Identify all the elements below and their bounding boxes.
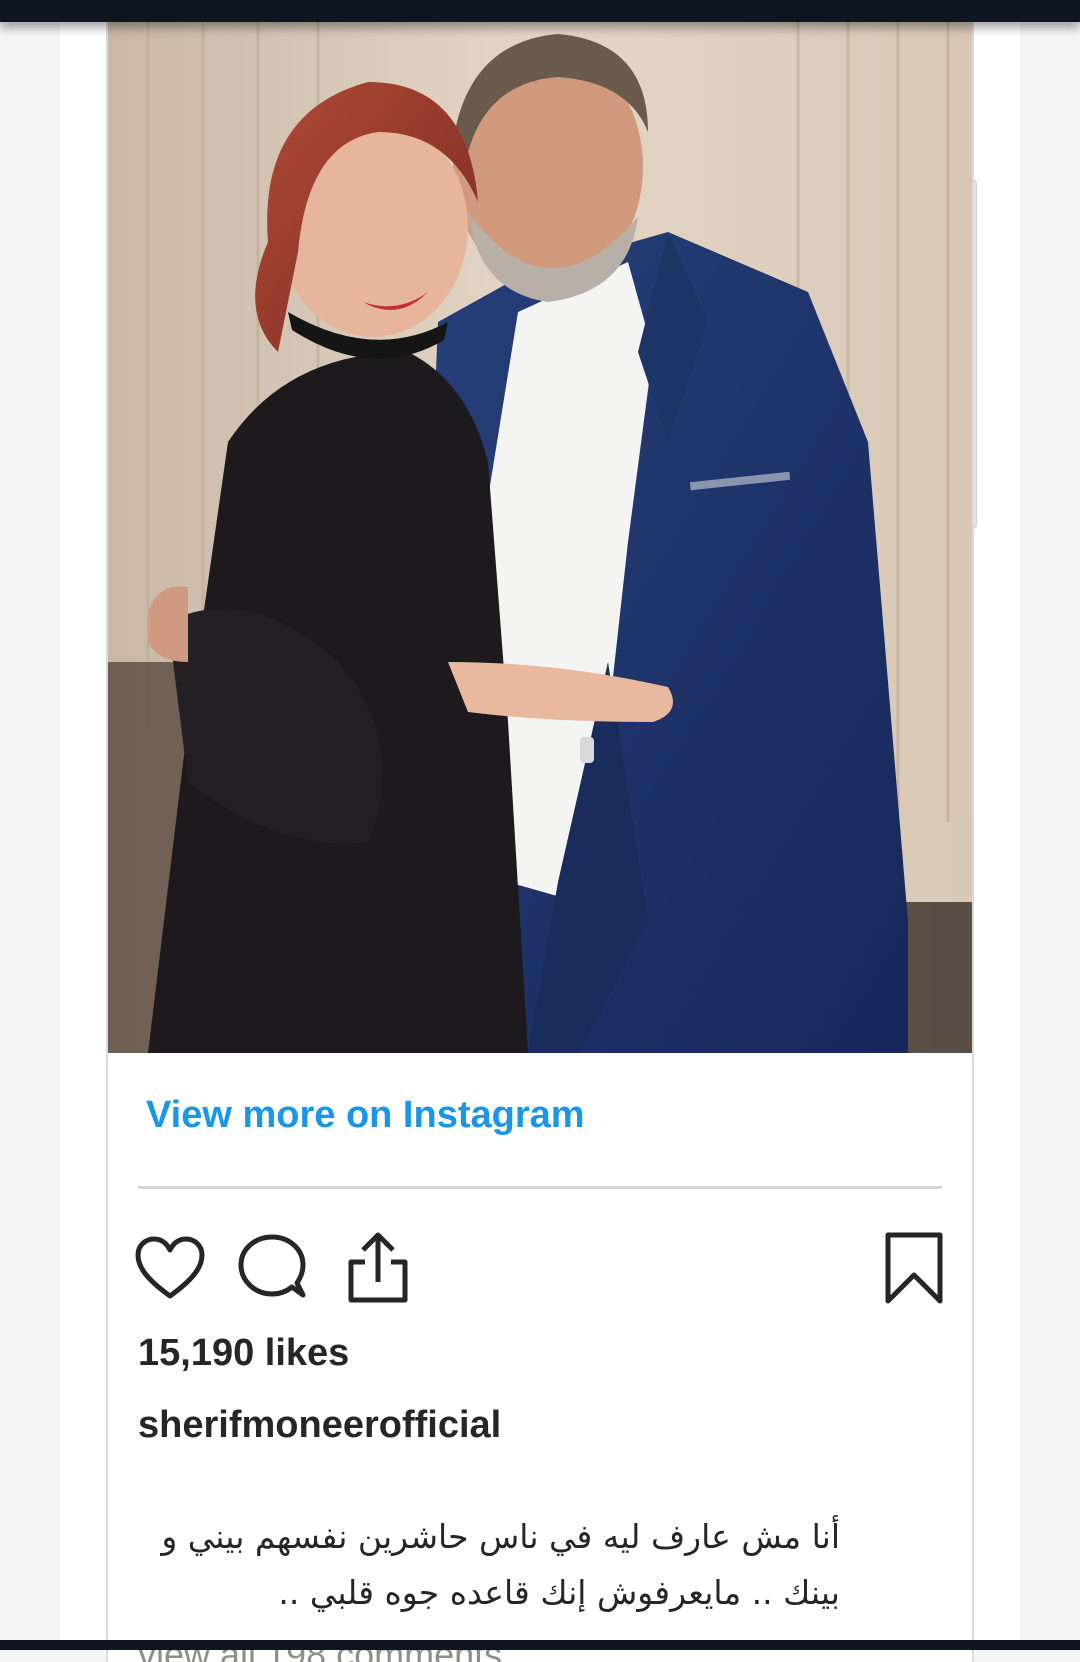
heart-icon [135, 1236, 205, 1299]
comment-icon [238, 1234, 306, 1298]
like-button[interactable] [132, 1230, 208, 1306]
share-button[interactable] [340, 1230, 416, 1306]
share-icon [348, 1232, 408, 1303]
status-bar [0, 0, 1080, 22]
instagram-embed-card: View more on Instagram 15,190 likes sher… [106, 22, 974, 1662]
post-username[interactable]: sherifmoneerofficial [138, 1404, 501, 1447]
view-more-on-instagram-link[interactable]: View more on Instagram [146, 1094, 585, 1137]
divider [138, 1186, 942, 1189]
post-caption: أنا مش عارف ليه في ناس حاشرين نفسهم بيني… [161, 1517, 840, 1612]
bookmark-icon [885, 1232, 943, 1304]
save-button[interactable] [876, 1230, 952, 1306]
likes-count[interactable]: 15,190 likes [138, 1332, 349, 1375]
navigation-bar [0, 1640, 1080, 1650]
post-photo-image [108, 22, 972, 1053]
comment-button[interactable] [234, 1230, 310, 1306]
post-photo[interactable] [108, 22, 972, 1053]
